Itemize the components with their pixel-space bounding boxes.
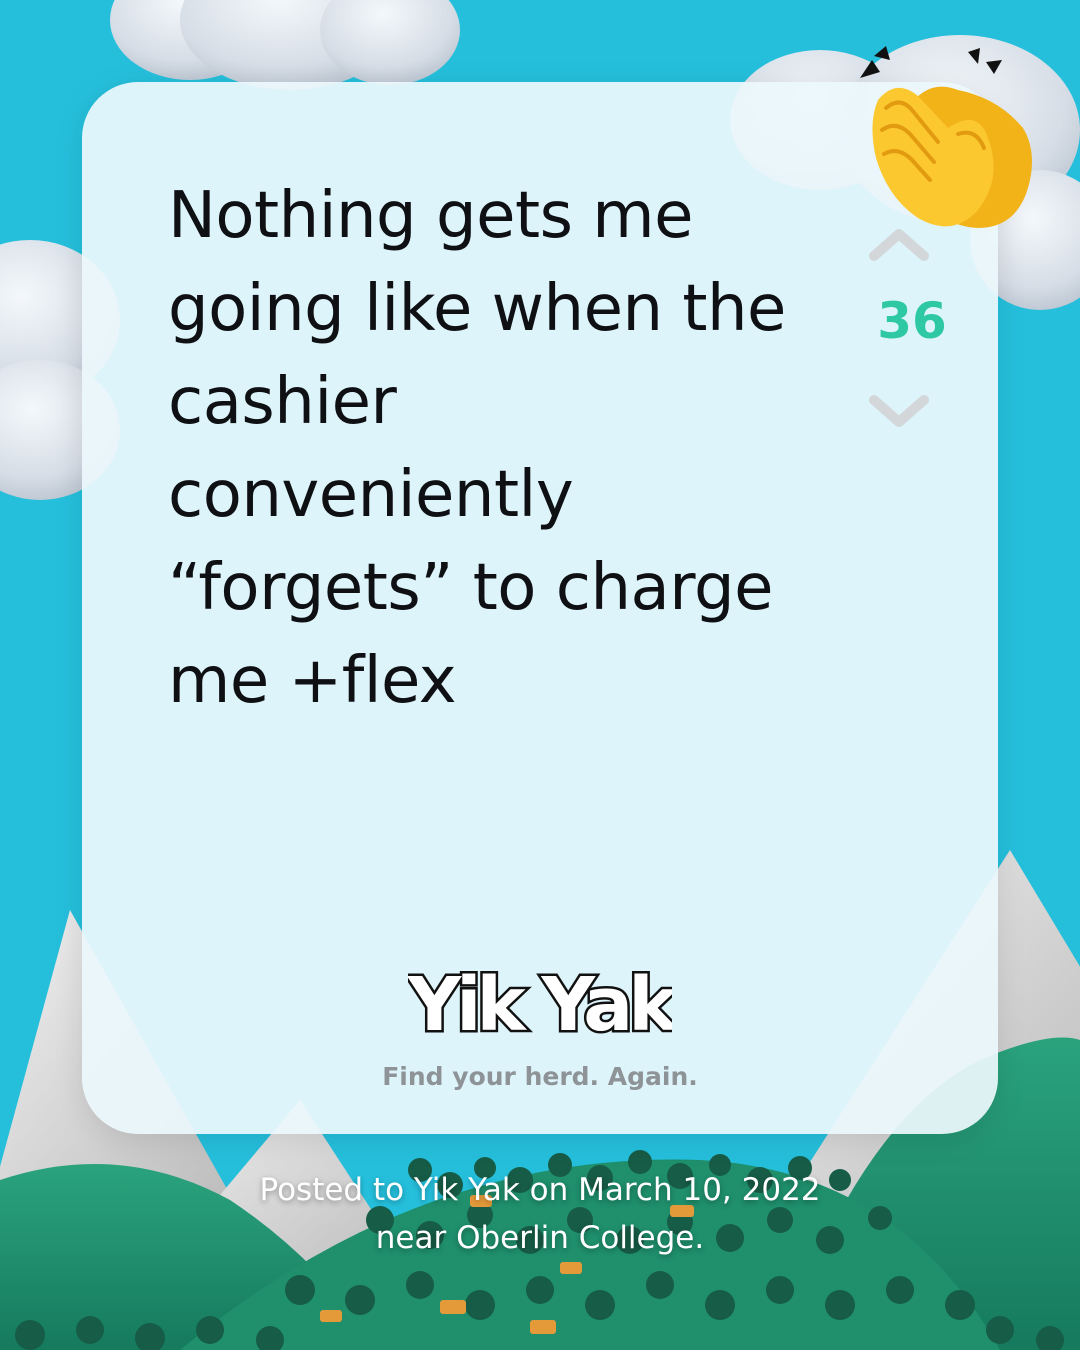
yik-yak-logo: Yik Yak (408, 960, 672, 1051)
post-card: Nothing gets me going like when the cash… (82, 82, 998, 1134)
chevron-down-icon (869, 395, 929, 427)
clapping-hands-icon (860, 46, 1032, 228)
post-caption: Posted to Yik Yak on March 10, 2022 near… (0, 1166, 1080, 1262)
downvote-button[interactable] (868, 392, 930, 432)
post-text: Nothing gets me going like when the cash… (168, 179, 786, 718)
caption-line-date: Posted to Yik Yak on March 10, 2022 (259, 1172, 821, 1208)
tagline: Find your herd. Again. (382, 1062, 698, 1091)
vote-count: 36 (877, 292, 947, 350)
logo-text: Yik Yak (408, 962, 672, 1048)
caption-line-location: near Oberlin College. (375, 1220, 705, 1256)
